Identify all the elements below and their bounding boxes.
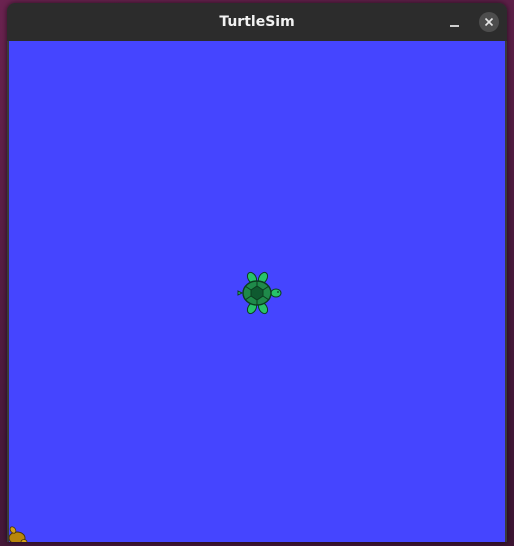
turtle-icon: [237, 271, 282, 315]
close-button[interactable]: [479, 12, 499, 32]
turtlesim-window: TurtleSim: [7, 3, 507, 542]
title-bar[interactable]: TurtleSim: [7, 3, 507, 41]
close-icon: [484, 17, 494, 27]
minimize-icon: [450, 25, 459, 27]
minimize-button[interactable]: [445, 12, 465, 32]
turtle-canvas[interactable]: [9, 41, 505, 542]
corner-turtle-icon: [9, 526, 28, 542]
desktop-background: TurtleSim: [0, 0, 514, 546]
window-title: TurtleSim: [219, 14, 295, 30]
